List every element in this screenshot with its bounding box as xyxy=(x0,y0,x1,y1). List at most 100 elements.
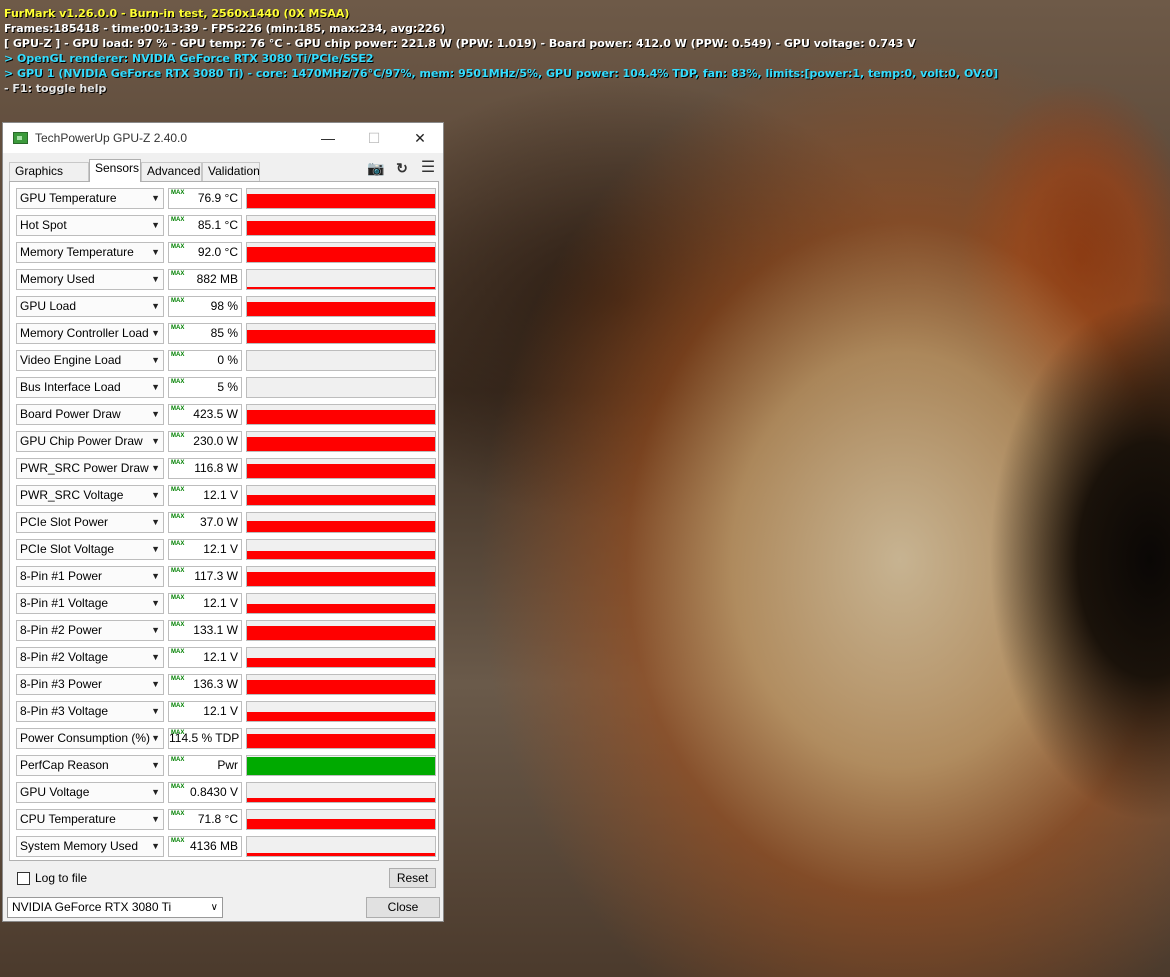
sensor-name-dropdown[interactable]: GPU Load ▼ xyxy=(16,296,164,317)
sensor-name-dropdown[interactable]: PWR_SRC Voltage ▼ xyxy=(16,485,164,506)
sensor-name-dropdown[interactable]: Video Engine Load ▼ xyxy=(16,350,164,371)
close-button[interactable]: Close xyxy=(366,897,440,918)
title-bar[interactable]: TechPowerUp GPU-Z 2.40.0 — ☐ ✕ xyxy=(3,123,443,153)
sensor-name-dropdown[interactable]: PCIe Slot Power ▼ xyxy=(16,512,164,533)
refresh-icon[interactable]: ↻ xyxy=(393,159,411,177)
sensor-name: System Memory Used xyxy=(20,839,139,853)
log-to-file-checkbox[interactable] xyxy=(17,872,30,885)
max-badge: MAX xyxy=(171,298,185,304)
sensor-name: PCIe Slot Power xyxy=(20,515,109,529)
sensor-value-text: 85 % xyxy=(210,326,238,340)
chevron-down-icon: ∨ xyxy=(210,902,218,913)
sensor-graph xyxy=(246,188,436,209)
sensor-row: Hot Spot ▼ MAX 85.1 °C xyxy=(16,215,436,236)
sensor-value: MAX Pwr xyxy=(168,755,242,776)
sensor-name-dropdown[interactable]: CPU Temperature ▼ xyxy=(16,809,164,830)
sensor-value-text: 76.9 °C xyxy=(197,191,238,205)
sensor-graph xyxy=(246,269,436,290)
sensor-name: Memory Temperature xyxy=(20,245,134,259)
sensor-name-dropdown[interactable]: Memory Temperature ▼ xyxy=(16,242,164,263)
tab-graphics-card[interactable]: Graphics Card xyxy=(9,162,89,195)
sensor-name-dropdown[interactable]: PCIe Slot Voltage ▼ xyxy=(16,539,164,560)
sensor-graph-fill xyxy=(247,194,435,208)
sensor-value-text: 12.1 V xyxy=(203,650,238,664)
maximize-button[interactable]: ☐ xyxy=(351,123,397,153)
sensor-graph-fill xyxy=(247,734,435,748)
sensor-value-text: 0 % xyxy=(217,353,238,367)
sensor-graph xyxy=(246,566,436,587)
sensor-row: PWR_SRC Power Draw ▼ MAX 116.8 W xyxy=(16,458,436,479)
sensor-name-dropdown[interactable]: PerfCap Reason ▼ xyxy=(16,755,164,776)
sensor-name-dropdown[interactable]: 8-Pin #3 Power ▼ xyxy=(16,674,164,695)
sensor-name: 8-Pin #2 Power xyxy=(20,623,103,637)
max-badge: MAX xyxy=(171,676,185,682)
sensor-graph xyxy=(246,782,436,803)
camera-icon[interactable]: 📷 xyxy=(367,159,385,177)
sensor-graph xyxy=(246,323,436,344)
sensor-row: GPU Load ▼ MAX 98 % xyxy=(16,296,436,317)
max-badge: MAX xyxy=(171,217,185,223)
sensor-name-dropdown[interactable]: System Memory Used ▼ xyxy=(16,836,164,857)
minimize-button[interactable]: — xyxy=(305,123,351,153)
tab-sensors[interactable]: Sensors xyxy=(89,159,141,182)
sensor-row: PCIe Slot Power ▼ MAX 37.0 W xyxy=(16,512,436,533)
dropdown-arrow-icon: ▼ xyxy=(151,220,160,230)
sensor-value-text: Pwr xyxy=(217,758,238,772)
close-window-button[interactable]: ✕ xyxy=(397,123,443,153)
sensor-name-dropdown[interactable]: GPU Chip Power Draw ▼ xyxy=(16,431,164,452)
sensor-value: MAX 5 % xyxy=(168,377,242,398)
sensor-name-dropdown[interactable]: GPU Temperature ▼ xyxy=(16,188,164,209)
sensor-row: Memory Controller Load ▼ MAX 85 % xyxy=(16,323,436,344)
dropdown-arrow-icon: ▼ xyxy=(151,436,160,446)
sensor-value: MAX 85 % xyxy=(168,323,242,344)
sensor-name-dropdown[interactable]: Bus Interface Load ▼ xyxy=(16,377,164,398)
sensor-value-text: 98 % xyxy=(210,299,238,313)
sensor-row: Video Engine Load ▼ MAX 0 % xyxy=(16,350,436,371)
sensor-name-dropdown[interactable]: Board Power Draw ▼ xyxy=(16,404,164,425)
sensor-name-dropdown[interactable]: 8-Pin #2 Voltage ▼ xyxy=(16,647,164,668)
max-badge: MAX xyxy=(171,487,185,493)
gpu-select-dropdown[interactable]: NVIDIA GeForce RTX 3080 Ti ∨ xyxy=(7,897,223,918)
sensor-name-dropdown[interactable]: 8-Pin #1 Voltage ▼ xyxy=(16,593,164,614)
log-to-file-label: Log to file xyxy=(35,871,88,885)
sensor-graph-fill xyxy=(247,521,435,532)
sensor-graph-fill xyxy=(247,757,435,775)
sensor-name-dropdown[interactable]: PWR_SRC Power Draw ▼ xyxy=(16,458,164,479)
sensor-value-text: 92.0 °C xyxy=(197,245,238,259)
sensor-value-text: 117.3 W xyxy=(194,569,238,583)
max-badge: MAX xyxy=(171,649,185,655)
sensor-name: Memory Controller Load xyxy=(20,326,149,340)
sensor-graph xyxy=(246,485,436,506)
sensor-name-dropdown[interactable]: Hot Spot ▼ xyxy=(16,215,164,236)
sensor-name: PerfCap Reason xyxy=(20,758,109,772)
sensor-name-dropdown[interactable]: Power Consumption (%) ▼ xyxy=(16,728,164,749)
max-badge: MAX xyxy=(171,379,185,385)
sensor-name-dropdown[interactable]: Memory Controller Load ▼ xyxy=(16,323,164,344)
sensor-graph xyxy=(246,377,436,398)
max-badge: MAX xyxy=(171,730,185,736)
sensor-row: Bus Interface Load ▼ MAX 5 % xyxy=(16,377,436,398)
sensor-value-text: 133.1 W xyxy=(193,623,238,637)
tab-validation[interactable]: Validation xyxy=(202,162,260,181)
sensor-graph-fill xyxy=(247,626,435,640)
sensor-name-dropdown[interactable]: GPU Voltage ▼ xyxy=(16,782,164,803)
max-badge: MAX xyxy=(171,703,185,709)
max-badge: MAX xyxy=(171,244,185,250)
sensor-name-dropdown[interactable]: 8-Pin #2 Power ▼ xyxy=(16,620,164,641)
sensor-name-dropdown[interactable]: 8-Pin #1 Power ▼ xyxy=(16,566,164,587)
sensor-name: GPU Temperature xyxy=(20,191,117,205)
max-badge: MAX xyxy=(171,271,185,277)
tab-advanced[interactable]: Advanced xyxy=(141,162,202,181)
max-badge: MAX xyxy=(171,352,185,358)
sensor-row: 8-Pin #3 Voltage ▼ MAX 12.1 V xyxy=(16,701,436,722)
sensor-name: Bus Interface Load xyxy=(20,380,121,394)
sensor-row: CPU Temperature ▼ MAX 71.8 °C xyxy=(16,809,436,830)
menu-icon[interactable]: ☰ xyxy=(419,159,437,177)
sensor-name-dropdown[interactable]: Memory Used ▼ xyxy=(16,269,164,290)
sensor-name-dropdown[interactable]: 8-Pin #3 Voltage ▼ xyxy=(16,701,164,722)
sensor-graph xyxy=(246,620,436,641)
max-badge: MAX xyxy=(171,811,185,817)
reset-button[interactable]: Reset xyxy=(389,868,436,888)
dropdown-arrow-icon: ▼ xyxy=(151,274,160,284)
sensor-value: MAX 85.1 °C xyxy=(168,215,242,236)
